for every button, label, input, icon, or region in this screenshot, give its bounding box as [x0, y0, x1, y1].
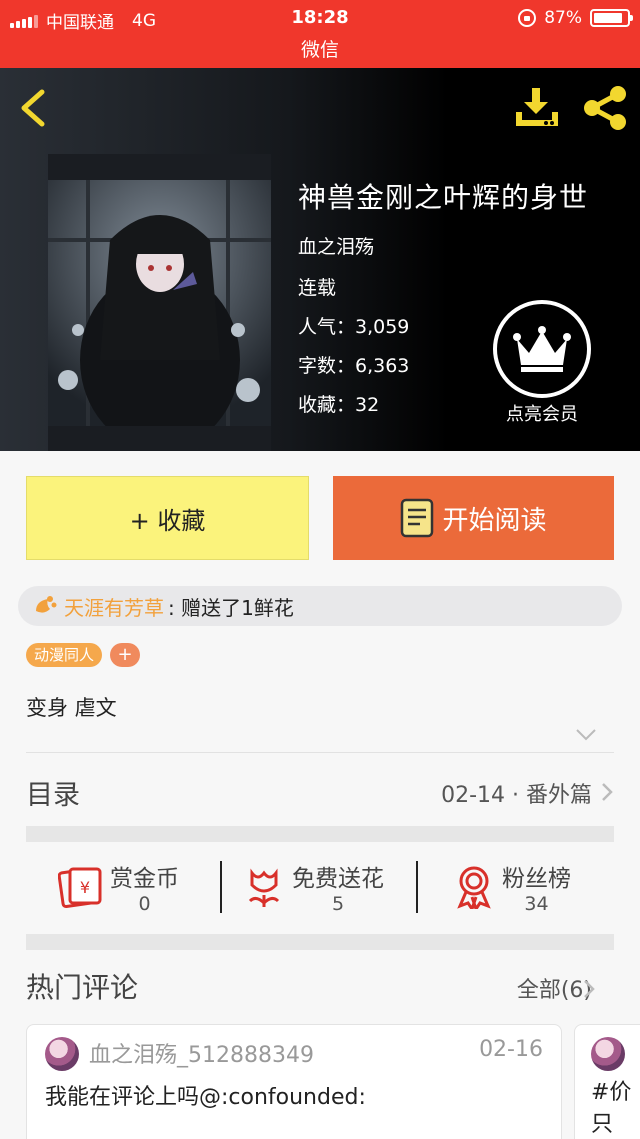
gift-message: : 赠送了1鲜花	[168, 595, 294, 620]
gift-giver[interactable]: 天涯有芳草	[64, 592, 164, 621]
hot-comments-title: 热门评论	[26, 971, 139, 1004]
download-button[interactable]	[512, 86, 562, 130]
chevron-right-icon	[602, 783, 613, 801]
coin-icon: ¥	[58, 867, 102, 909]
flower-icon	[36, 596, 57, 613]
toc-label: 目录	[26, 780, 80, 811]
book-icon	[401, 498, 434, 538]
app-title: 微信	[0, 36, 640, 68]
fan-ranking-label: 粉丝榜	[502, 866, 571, 892]
cover-image	[48, 180, 271, 426]
chevron-right-icon	[584, 980, 595, 998]
vip-button[interactable]: 点亮会员	[492, 300, 592, 426]
book-author[interactable]: 血之泪殇	[298, 232, 588, 259]
svg-text:¥: ¥	[80, 878, 90, 897]
send-flower-label: 免费送花	[292, 866, 384, 892]
share-icon	[584, 86, 626, 130]
tag-item[interactable]: 动漫同人	[26, 643, 103, 667]
flower-icon	[248, 868, 280, 907]
send-flower-count: 5	[331, 893, 345, 915]
tag-list: 动漫同人 +	[26, 643, 141, 667]
add-favorite-button[interactable]: + 收藏	[26, 476, 309, 560]
fan-ranking-button[interactable]: 粉丝榜 34	[454, 845, 571, 929]
start-reading-label: 开始阅读	[442, 505, 547, 536]
divider	[220, 861, 222, 913]
back-button[interactable]	[14, 86, 54, 130]
chevron-down-icon[interactable]	[574, 727, 598, 743]
fan-ranking-count: 34	[524, 893, 549, 915]
crown-icon	[513, 326, 571, 372]
avatar[interactable]	[591, 1037, 625, 1071]
start-reading-button[interactable]: 开始阅读	[333, 476, 614, 560]
comment-card[interactable]: 血之泪殇_512888349 02-16 我能在评论上吗@:confounded…	[26, 1024, 562, 1139]
rotation-lock-icon	[518, 9, 537, 27]
download-icon	[516, 88, 558, 126]
reward-coins-label: 赏金币	[110, 866, 179, 892]
comment-text: 我能在评论上吗@:confounded:	[45, 1085, 366, 1110]
battery-percent: 87%	[544, 8, 582, 28]
section-separator	[26, 826, 614, 842]
gift-banner[interactable]: 天涯有芳草 : 赠送了1鲜花	[18, 586, 622, 626]
book-title: 神兽金刚之叶辉的身世	[298, 181, 589, 214]
table-of-contents-row[interactable]: 目录 02-14 · 番外篇	[26, 765, 614, 817]
comment-user[interactable]: 血之泪殇_512888349	[89, 1037, 314, 1069]
latest-chapter: 02-14 · 番外篇	[441, 783, 592, 808]
medal-icon	[457, 866, 491, 909]
book-description: 变身 虐文	[26, 696, 117, 720]
reward-coins-button[interactable]: ¥ 赏金币 0	[58, 845, 179, 929]
divider	[416, 861, 418, 913]
back-icon	[21, 89, 45, 127]
book-status: 连载	[298, 277, 337, 299]
section-separator	[26, 934, 614, 950]
comment-date: 02-16	[479, 1037, 543, 1062]
book-header: 神兽金刚之叶辉的身世 血之泪殇 连载 人气：3,059 字数：6,363 收藏：…	[0, 68, 640, 451]
send-flower-button[interactable]: 免费送花 5	[244, 845, 384, 929]
all-comments-link[interactable]: 全部(6)	[517, 972, 592, 1004]
add-tag-button[interactable]: +	[110, 643, 141, 667]
comment-text: #价 只	[591, 1080, 632, 1137]
book-cover[interactable]	[48, 154, 271, 451]
vip-label: 点亮会员	[506, 404, 578, 425]
battery-icon	[590, 9, 633, 27]
share-button[interactable]	[580, 84, 630, 132]
status-bar: 中国联通 4G 18:28 87%	[0, 0, 640, 36]
comment-card[interactable]: #价 只	[574, 1024, 640, 1139]
reward-coins-count: 0	[138, 893, 151, 915]
avatar[interactable]	[45, 1037, 79, 1071]
support-actions: ¥ 赏金币 0 免费送花 5 粉丝榜 34	[26, 845, 614, 929]
divider	[26, 752, 614, 753]
